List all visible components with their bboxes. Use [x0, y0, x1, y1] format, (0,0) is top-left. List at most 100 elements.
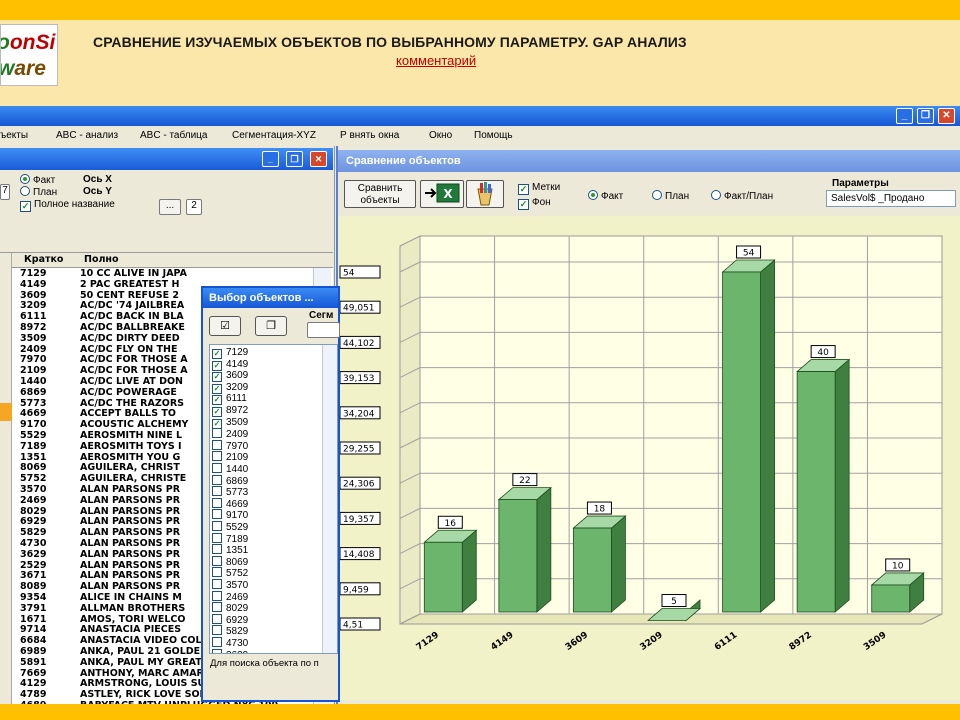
cell-full: 2 PAC GREATEST H [80, 278, 180, 290]
radio-plan[interactable]: План [20, 186, 57, 198]
dialog-title: Выбор объектов ... [203, 288, 338, 308]
panel-restore-button[interactable]: ❐ [286, 151, 303, 167]
checkbox-empty-icon[interactable] [212, 555, 222, 566]
select-all-button[interactable]: ☑ [209, 316, 241, 336]
minimize-button[interactable]: _ [896, 108, 913, 124]
dialog-list-item[interactable]: ✓ 8972 [212, 405, 248, 417]
dialog-list-item[interactable]: 8029 [212, 602, 248, 614]
dialog-item-label: 3609 [226, 370, 249, 382]
menu-help[interactable]: Помощь [474, 130, 513, 141]
dialog-list-scrollbar[interactable] [322, 345, 337, 653]
checkbox-empty-icon[interactable] [212, 451, 222, 462]
cell-short: 2469 [20, 494, 47, 506]
radio-fact-chart[interactable]: Факт [588, 190, 623, 202]
left-field[interactable]: 7 [0, 184, 10, 200]
checkbox-fullname[interactable]: ✓ Полное название [20, 199, 115, 212]
checkbox-empty-icon[interactable] [212, 544, 222, 555]
checkbox-empty-icon[interactable] [212, 625, 222, 636]
dialog-list-item[interactable]: 7189 [212, 532, 248, 545]
menu-abc-analysis[interactable]: ABC - анализ [56, 130, 118, 141]
checkbox-empty-icon[interactable] [212, 637, 222, 647]
checkbox-empty-icon[interactable] [212, 497, 222, 508]
checkbox-empty-icon[interactable] [212, 439, 222, 450]
bar [423, 541, 463, 613]
panel-close-button[interactable]: ✕ [310, 151, 327, 167]
dialog-list-item[interactable]: 2409 [212, 428, 248, 440]
dialog-list-item[interactable]: ✓ 3209 [212, 382, 248, 394]
dialog-list-item[interactable]: 1351 [212, 544, 248, 556]
dialog-list-item[interactable]: 2469 [212, 590, 248, 603]
checkbox-empty-icon[interactable] [212, 613, 222, 624]
dialog-list-item[interactable]: 5752 [212, 567, 248, 579]
check-icon[interactable]: ✓ [212, 383, 222, 394]
dialog-list-item[interactable]: 2109 [212, 451, 248, 463]
col-short[interactable]: Кратко [24, 254, 63, 265]
dialog-list-item[interactable]: 8069 [212, 555, 248, 568]
restore-button[interactable]: ❐ [917, 108, 934, 124]
compare-panel: Сравнение объектов Сравнить объекты X ✓ М… [336, 146, 960, 704]
radio-plan-chart[interactable]: План [652, 190, 689, 202]
checkbox-empty-icon[interactable] [212, 532, 222, 543]
dialog-list-item[interactable]: ✓ 3509 [212, 417, 248, 429]
comment-link[interactable]: комментарий [396, 53, 476, 68]
object-select-dialog: Выбор объектов ... ☑ ❐ Сегм ✓ 7129 ✓ 4149 ✓ 3… [201, 286, 340, 702]
ellipsis-button[interactable]: ... [159, 199, 181, 215]
radio-factplan-chart[interactable]: Факт/План [711, 190, 773, 202]
svg-text:X: X [443, 187, 453, 201]
menu-windows[interactable]: Р внять окна [340, 130, 399, 141]
checkbox-empty-icon[interactable] [212, 486, 222, 497]
copy-button[interactable]: ❐ [255, 316, 287, 336]
check-icon[interactable]: ✓ [212, 349, 222, 359]
dialog-list-item[interactable]: 5773 [212, 486, 248, 498]
dialog-list-item[interactable]: 5829 [212, 625, 248, 637]
checkbox-labels[interactable]: ✓ Метки [518, 182, 560, 195]
menu-window[interactable]: Окно [429, 130, 452, 141]
count-field[interactable]: 2 [186, 199, 202, 215]
checkbox-empty-icon[interactable] [212, 474, 222, 485]
window-titlebar: _ ❐ ✕ [0, 106, 960, 126]
menu-abc-table[interactable]: ABC - таблица [140, 130, 207, 141]
check-icon[interactable]: ✓ [212, 418, 222, 429]
dialog-list-item[interactable]: 4669 [212, 497, 248, 510]
check-icon[interactable]: ✓ [212, 360, 222, 371]
radio-plan-circle [20, 186, 30, 196]
check-icon[interactable]: ✓ [212, 395, 222, 406]
checkbox-empty-icon[interactable] [212, 463, 222, 473]
checkbox-empty-icon[interactable] [212, 428, 222, 439]
menu-objects[interactable]: ъекты [0, 130, 28, 141]
checkbox-empty-icon[interactable] [212, 602, 222, 613]
bar [573, 527, 612, 613]
checkbox-empty-icon[interactable] [212, 579, 222, 589]
dialog-list-item[interactable]: 5529 [212, 521, 248, 533]
paint-button[interactable] [466, 180, 504, 208]
dialog-list-item[interactable]: 1440 [212, 463, 248, 475]
dialog-list-item[interactable]: 6869 [212, 474, 248, 487]
close-button[interactable]: ✕ [938, 108, 955, 124]
dialog-list-item[interactable]: 7970 [212, 439, 248, 452]
excel-export-button[interactable]: X [420, 180, 464, 208]
panel-minimize-button[interactable]: _ [262, 151, 279, 167]
checkbox-empty-icon[interactable] [212, 509, 222, 520]
radio-fact[interactable]: Факт [20, 174, 55, 186]
checkbox-background[interactable]: ✓ Фон [518, 197, 551, 210]
checkbox-empty-icon[interactable] [212, 648, 222, 653]
dialog-list-item[interactable]: ✓ 6111 [212, 393, 247, 406]
checkbox-empty-icon[interactable] [212, 590, 222, 601]
dialog-list-item[interactable]: 3570 [212, 579, 248, 591]
dialog-list-item[interactable]: 4730 [212, 637, 248, 649]
col-full[interactable]: Полно [84, 254, 119, 265]
dialog-list-item[interactable]: 6929 [212, 613, 248, 626]
dialog-list-item[interactable]: ✓ 4149 [212, 359, 248, 371]
dialog-list-item[interactable]: ✓ 7129 [212, 347, 248, 359]
check-icon[interactable]: ✓ [212, 372, 222, 383]
check-icon[interactable]: ✓ [212, 407, 222, 417]
dialog-list-item[interactable]: 3629 [212, 648, 248, 653]
checkbox-empty-icon[interactable] [212, 567, 222, 578]
params-select[interactable]: SalesVol$ _Продано [826, 190, 956, 207]
checkbox-empty-icon[interactable] [212, 521, 222, 531]
menu-segmentation[interactable]: Сегментация-XYZ [232, 130, 316, 141]
segment-field[interactable] [307, 322, 340, 338]
compare-objects-button[interactable]: Сравнить объекты [344, 180, 416, 208]
dialog-list-item[interactable]: ✓ 3609 [212, 370, 249, 383]
dialog-list-item[interactable]: 9170 [212, 509, 248, 521]
